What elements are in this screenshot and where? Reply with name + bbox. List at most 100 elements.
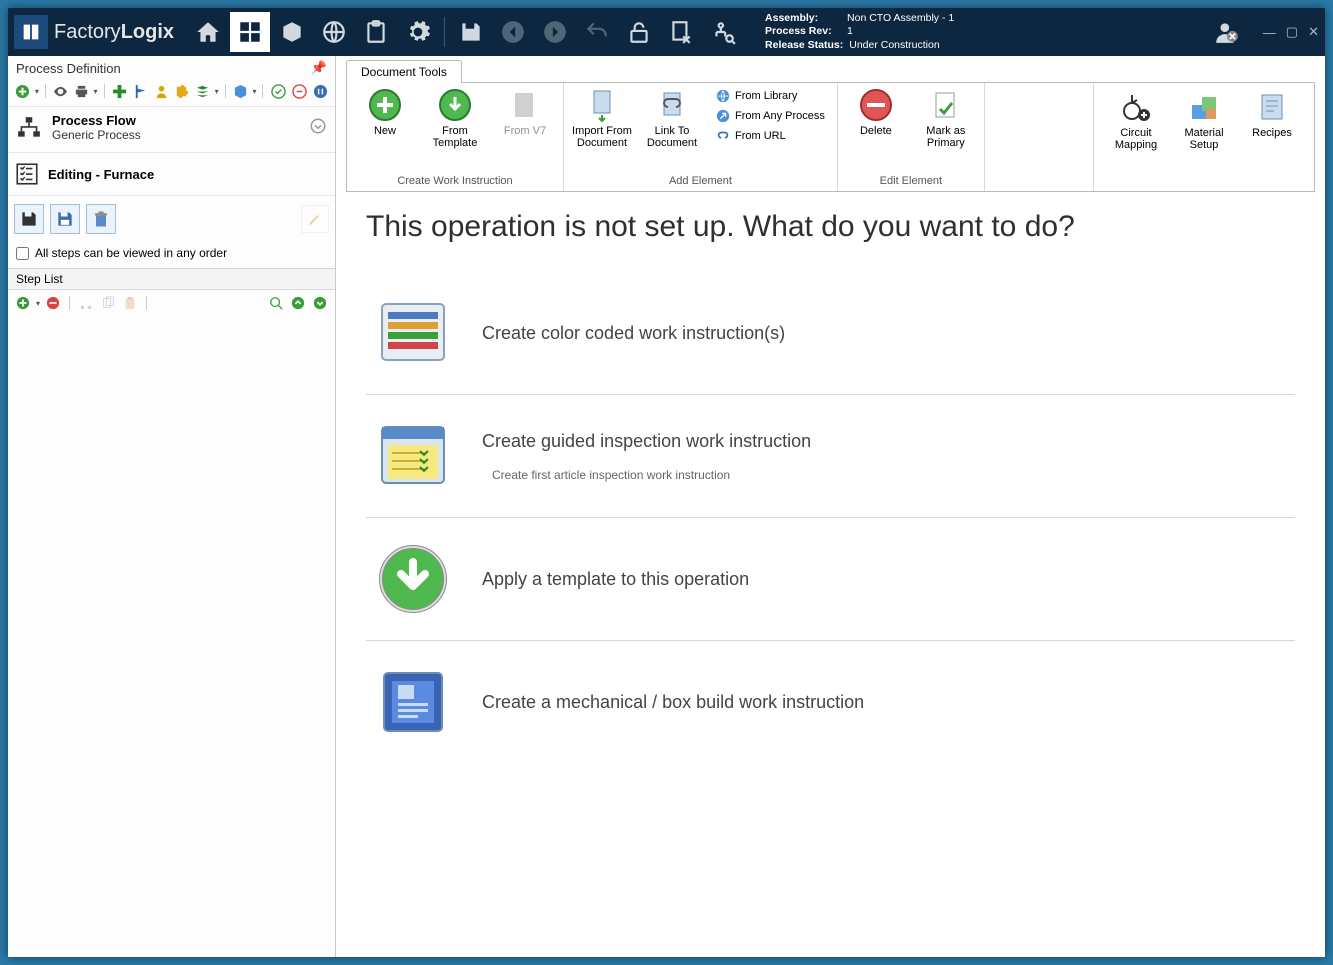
ribbon-from-url[interactable]: From URL: [712, 127, 829, 145]
meta-assembly-value: Non CTO Assembly - 1: [847, 12, 954, 25]
dropdown-caret-icon-2[interactable]: ▾: [93, 87, 97, 96]
ribbon-link-doc[interactable]: Link To Document: [642, 87, 702, 149]
expand-down-icon[interactable]: [309, 117, 327, 138]
add-icon[interactable]: [14, 82, 32, 100]
content-heading: This operation is not set up. What do yo…: [366, 210, 1295, 244]
option-template[interactable]: Apply a template to this operation: [366, 518, 1295, 641]
brand-b: Logix: [121, 21, 174, 43]
ribbon-from-library[interactable]: From Library: [712, 87, 829, 105]
template-icon: [374, 540, 452, 618]
allsteps-checkbox[interactable]: [16, 247, 29, 260]
step-zoom-icon[interactable]: [267, 294, 285, 312]
brand-logo: [14, 15, 48, 49]
ribbon-group-add-label: Add Element: [669, 173, 732, 189]
ribbon-from-template[interactable]: From Template: [425, 87, 485, 149]
option-color-coded-label: Create color coded work instruction(s): [482, 323, 785, 344]
option-mechanical[interactable]: Create a mechanical / box build work ins…: [366, 641, 1295, 763]
color-coded-icon: [374, 294, 452, 372]
flow-title: Process Flow: [52, 113, 141, 128]
gear-icon[interactable]: [398, 12, 438, 52]
dropdown-caret-icon-3[interactable]: ▾: [215, 87, 219, 96]
lock-icon[interactable]: [619, 12, 659, 52]
trash-button[interactable]: [86, 204, 116, 234]
step-down-icon[interactable]: [311, 294, 329, 312]
checklist-icon: [14, 161, 40, 187]
ribbon-right: Circuit Mapping Material Setup Recipes: [1093, 83, 1314, 191]
grid-icon[interactable]: [230, 12, 270, 52]
pin-icon[interactable]: 📌: [311, 60, 327, 76]
meta-rev-value: 1: [847, 25, 853, 38]
panel-title: Process Definition: [16, 61, 121, 76]
green-cross-icon[interactable]: [110, 82, 128, 100]
dropdown-caret-icon-4[interactable]: ▾: [252, 87, 256, 96]
ribbon-from-v7: From V7: [495, 87, 555, 137]
side-panel-header: Process Definition 📌: [8, 56, 335, 80]
brand-text: FactoryLogix: [54, 21, 174, 44]
ribbon-group-create-label: Create Work Instruction: [397, 173, 512, 189]
tree-icon: [16, 115, 42, 141]
ribbon-material-setup[interactable]: Material Setup: [1176, 89, 1232, 189]
option-color-coded[interactable]: Create color coded work instruction(s): [366, 272, 1295, 395]
user-icon[interactable]: [1207, 12, 1247, 52]
save-icon[interactable]: [451, 12, 491, 52]
option-template-label: Apply a template to this operation: [482, 569, 749, 590]
step-add-caret[interactable]: ▾: [36, 299, 40, 308]
guided-icon: [374, 417, 452, 495]
flag-icon[interactable]: [131, 82, 149, 100]
ribbon-recipes[interactable]: Recipes: [1244, 89, 1300, 189]
clipboard-icon[interactable]: [356, 12, 396, 52]
separator: [444, 17, 445, 47]
main-area: Document Tools New From Template: [336, 56, 1325, 957]
stack-icon[interactable]: [194, 82, 212, 100]
window-controls: — ▢ ✕: [1263, 24, 1319, 40]
save-button[interactable]: [14, 204, 44, 234]
pencil-button[interactable]: [301, 205, 329, 233]
ribbon: New From Template From V7 Create Work In…: [346, 82, 1315, 192]
editing-buttons: [8, 196, 335, 242]
home-icon[interactable]: [188, 12, 228, 52]
ribbon-group-edit-label: Edit Element: [880, 173, 942, 189]
globe-icon[interactable]: [314, 12, 354, 52]
option-guided[interactable]: Create guided inspection work instructio…: [366, 395, 1295, 518]
check-circle-icon[interactable]: [269, 82, 287, 100]
save-disk-button[interactable]: [50, 204, 80, 234]
option-guided-sub[interactable]: Create first article inspection work ins…: [492, 468, 811, 482]
ribbon-delete[interactable]: Delete: [846, 87, 906, 137]
tab-document-tools[interactable]: Document Tools: [346, 60, 462, 83]
ribbon-mark-primary[interactable]: Mark as Primary: [916, 87, 976, 149]
search-tree-icon[interactable]: [703, 12, 743, 52]
ribbon-import-doc[interactable]: Import From Document: [572, 87, 632, 149]
editing-row: Editing - Furnace: [8, 153, 335, 196]
print-icon[interactable]: [73, 82, 91, 100]
maximize-button[interactable]: ▢: [1286, 24, 1298, 40]
person-icon[interactable]: [152, 82, 170, 100]
step-add-icon[interactable]: [14, 294, 32, 312]
ribbon-from-any-process[interactable]: From Any Process: [712, 107, 829, 125]
close-button[interactable]: ✕: [1308, 24, 1319, 40]
body-area: Process Definition 📌 ▾ ▾ ▾ ▾: [8, 56, 1325, 957]
process-flow-row[interactable]: Process Flow Generic Process: [8, 107, 335, 153]
side-panel: Process Definition 📌 ▾ ▾ ▾ ▾: [8, 56, 336, 957]
package-icon[interactable]: [272, 12, 312, 52]
ribbon-circuit-mapping[interactable]: Circuit Mapping: [1108, 89, 1164, 189]
step-up-icon[interactable]: [289, 294, 307, 312]
eye-icon[interactable]: [52, 82, 70, 100]
pause-circle-icon[interactable]: [311, 82, 329, 100]
step-cut-icon: [77, 294, 95, 312]
meta-rev-label: Process Rev:: [765, 25, 841, 38]
mechanical-icon: [374, 663, 452, 741]
dropdown-caret-icon[interactable]: ▾: [35, 87, 39, 96]
step-remove-icon[interactable]: [44, 294, 62, 312]
ribbon-group-add: Import From Document Link To Document Fr…: [564, 83, 838, 191]
forward-icon: [535, 12, 575, 52]
cube-icon[interactable]: [232, 82, 250, 100]
minimize-button[interactable]: —: [1263, 25, 1276, 40]
titlebar: FactoryLogix Assembly:Non CTO Assembly -…: [8, 8, 1325, 56]
step-copy-icon: [99, 294, 117, 312]
ribbon-new[interactable]: New: [355, 87, 415, 137]
delete-doc-icon[interactable]: [661, 12, 701, 52]
minus-circle-icon[interactable]: [290, 82, 308, 100]
content-area: This operation is not set up. What do yo…: [336, 192, 1325, 957]
puzzle-icon[interactable]: [173, 82, 191, 100]
step-toolbar: ▾: [8, 290, 335, 316]
